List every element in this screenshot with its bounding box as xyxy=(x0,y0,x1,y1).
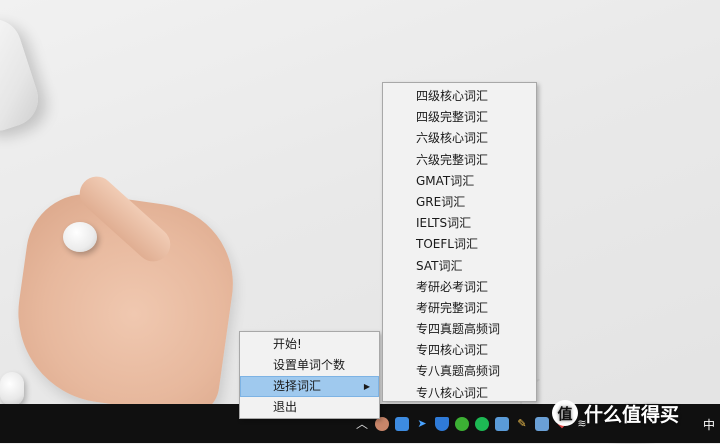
app-window-icon[interactable] xyxy=(395,416,409,431)
vocab-item-kaoyan-full[interactable]: 考研完整词汇 xyxy=(383,298,536,319)
menu-item-select-vocabulary[interactable]: 选择词汇 ▶ xyxy=(240,376,379,397)
vocab-item-tem8-core[interactable]: 专八核心词汇 xyxy=(383,383,536,404)
vocabulary-submenu: 四级核心词汇 四级完整词汇 六级核心词汇 六级完整词汇 GMAT词汇 GRE词汇… xyxy=(382,82,537,402)
pen-icon[interactable]: ✎ xyxy=(515,417,529,431)
vocab-item-ielts[interactable]: IELTS词汇 xyxy=(383,213,536,234)
watermark: 值 什么值得买 xyxy=(552,398,679,428)
spotify-icon[interactable] xyxy=(475,416,489,431)
wallpaper-earbud-2 xyxy=(0,372,24,406)
vocab-item-tem8-frequent[interactable]: 专八真题高频词 xyxy=(383,361,536,382)
vocab-item-tem4-core[interactable]: 专四核心词汇 xyxy=(383,340,536,361)
tray-context-menu: 开始! 设置单词个数 选择词汇 ▶ 退出 xyxy=(239,331,380,419)
menu-item-label: 退出 xyxy=(273,400,298,414)
wechat-icon[interactable] xyxy=(455,416,469,431)
watermark-text: 什么值得买 xyxy=(584,403,680,426)
vocab-item-toefl[interactable]: TOEFL词汇 xyxy=(383,234,536,255)
menu-item-exit[interactable]: 退出 xyxy=(240,397,379,418)
vocab-item-gre[interactable]: GRE词汇 xyxy=(383,192,536,213)
vocab-item-cet6-core[interactable]: 六级核心词汇 xyxy=(383,128,536,149)
vocab-item-sat[interactable]: SAT词汇 xyxy=(383,256,536,277)
menu-item-label: 设置单词个数 xyxy=(273,358,346,372)
vocab-item-cet6-full[interactable]: 六级完整词汇 xyxy=(383,150,536,171)
send-icon[interactable]: ➤ xyxy=(415,417,429,431)
menu-item-label: 开始! xyxy=(273,337,302,351)
grid-icon[interactable] xyxy=(495,416,509,431)
input-method-indicator[interactable]: 中 xyxy=(703,416,715,433)
menu-item-set-word-count[interactable]: 设置单词个数 xyxy=(240,355,379,376)
vocab-item-kaoyan-required[interactable]: 考研必考词汇 xyxy=(383,277,536,298)
vocab-item-tem4-frequent[interactable]: 专四真题高频词 xyxy=(383,319,536,340)
vocab-item-cet4-core[interactable]: 四级核心词汇 xyxy=(383,86,536,107)
vocab-item-cet4-full[interactable]: 四级完整词汇 xyxy=(383,107,536,128)
watermark-logo: 值 xyxy=(552,400,578,426)
wallpaper-earbud xyxy=(63,222,97,252)
wallpaper-earbud-case xyxy=(0,11,46,139)
vocab-item-gmat[interactable]: GMAT词汇 xyxy=(383,171,536,192)
submenu-arrow-icon: ▶ xyxy=(363,382,370,391)
image-icon[interactable] xyxy=(535,416,549,431)
shield-icon[interactable] xyxy=(435,416,449,431)
menu-item-label: 选择词汇 xyxy=(273,379,322,393)
menu-item-start[interactable]: 开始! xyxy=(240,334,379,355)
